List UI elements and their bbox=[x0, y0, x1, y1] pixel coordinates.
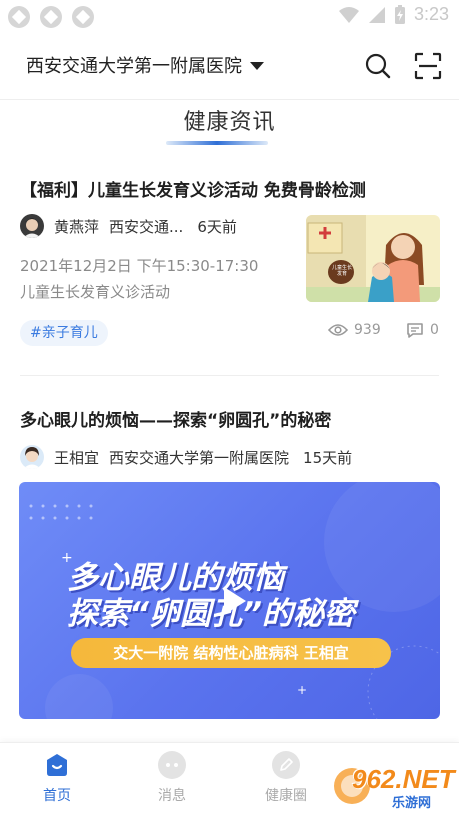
article-title[interactable]: 【福利】儿童生长发育义诊活动 免费骨龄检测 bbox=[20, 176, 366, 201]
nav-messages[interactable]: 消息 bbox=[132, 751, 212, 805]
status-time: 3:23 bbox=[413, 4, 449, 24]
scan-icon[interactable] bbox=[414, 52, 442, 80]
view-count-value: 939 bbox=[354, 322, 381, 338]
notification-icon bbox=[72, 6, 94, 28]
svg-text:+: + bbox=[297, 683, 307, 697]
nav-label: 消息 bbox=[158, 788, 186, 804]
article-thumbnail[interactable]: 儿童生长发育 bbox=[306, 215, 440, 302]
video-title-line: 探索“卵圆孔”的秘密 bbox=[67, 596, 355, 632]
notification-icons bbox=[8, 6, 94, 28]
nav-home[interactable]: 首页 bbox=[17, 751, 97, 805]
hospital-selector[interactable]: 西安交通大学第一附属医院 bbox=[26, 52, 264, 78]
notification-icon bbox=[8, 6, 30, 28]
play-icon[interactable] bbox=[215, 583, 251, 619]
hospital-name: 西安交通大学第一附属医院 bbox=[26, 56, 242, 77]
status-bar: 3:23 bbox=[0, 0, 459, 32]
notification-icon bbox=[40, 6, 62, 28]
nav-health-circle[interactable]: 健康圈 bbox=[246, 751, 326, 805]
wifi-icon bbox=[338, 6, 359, 23]
caret-down-icon bbox=[250, 62, 264, 70]
view-count: 939 bbox=[328, 322, 381, 338]
comment-count[interactable]: 0 bbox=[406, 322, 439, 338]
nav-label: 健康圈 bbox=[265, 788, 307, 804]
author-row: 王相宜 西安交通大学第一附属医院 15天前 bbox=[20, 445, 352, 469]
status-right: 3:23 bbox=[338, 4, 449, 25]
article-title[interactable]: 多心眼儿的烦恼——探索“卵圆孔”的秘密 bbox=[20, 406, 331, 431]
author-name: 王相宜 bbox=[54, 448, 100, 467]
home-icon bbox=[43, 751, 71, 779]
watermark-logo: 962.NET 乐游网 bbox=[330, 748, 456, 812]
author-avatar[interactable] bbox=[20, 214, 44, 238]
section-title: 健康资讯 bbox=[183, 110, 276, 135]
author-org: 西安交通... bbox=[109, 217, 184, 236]
health-circle-icon bbox=[272, 751, 300, 779]
video-cover[interactable]: + + 多心眼儿的烦恼 探索“卵圆孔”的秘密 交大一附院 结构性心脏病科 王相宜 bbox=[19, 482, 440, 719]
comment-icon bbox=[407, 323, 423, 338]
author-name: 黄燕萍 bbox=[54, 217, 100, 236]
article-desc-line: 儿童生长发育义诊活动 bbox=[20, 283, 171, 301]
author-avatar[interactable] bbox=[20, 445, 44, 469]
app-header: 西安交通大学第一附属医院 bbox=[0, 32, 459, 100]
message-icon bbox=[158, 751, 186, 779]
section-underline bbox=[166, 141, 268, 145]
author-org: 西安交通大学第一附属医院 bbox=[109, 448, 290, 467]
author-row: 黄燕萍 西安交通... 6天前 bbox=[20, 214, 237, 238]
thumbnail-sign: 儿童生长发育 bbox=[331, 265, 352, 277]
video-subtitle-banner: 交大一附院 结构性心脏病科 王相宜 bbox=[71, 638, 391, 668]
publish-time: 15天前 bbox=[303, 448, 353, 467]
watermark-text: 962.NET bbox=[352, 764, 455, 794]
search-icon[interactable] bbox=[364, 52, 392, 80]
signal-icon bbox=[368, 6, 385, 23]
comment-count-value: 0 bbox=[430, 322, 439, 338]
nav-label: 首页 bbox=[43, 788, 71, 804]
publish-time: 6天前 bbox=[197, 217, 237, 236]
topic-tag[interactable]: #亲子育儿 bbox=[20, 320, 108, 346]
divider bbox=[20, 375, 439, 376]
eye-icon bbox=[328, 324, 348, 336]
article-desc-line: 2021年12月2日 下午15:30-17:30 bbox=[20, 257, 259, 275]
battery-icon bbox=[394, 4, 405, 24]
watermark-subtext: 乐游网 bbox=[392, 796, 432, 811]
